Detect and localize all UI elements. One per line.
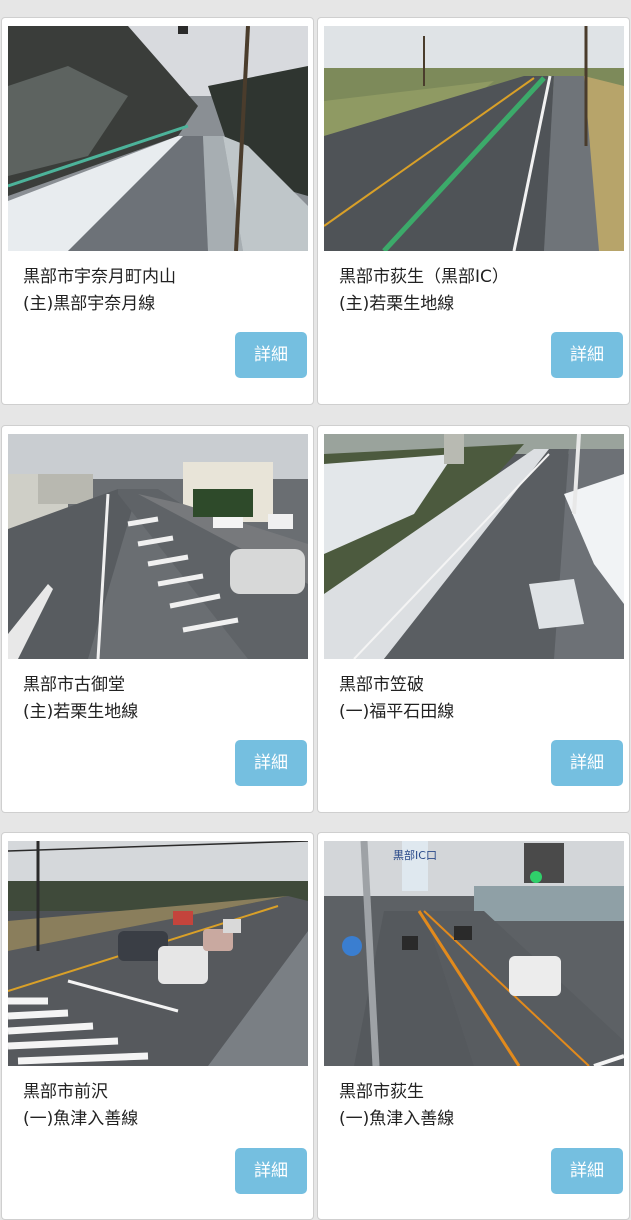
camera-location: 黒部市宇奈月町内山 (主)黒部宇奈月線 <box>23 264 293 318</box>
details-button[interactable]: 詳細 <box>235 332 307 378</box>
camera-image-unazuki[interactable] <box>8 26 308 251</box>
road-name: (一)魚津入善線 <box>339 1109 455 1129</box>
camera-card: 黒部市笠破 (一)福平石田線 詳細 <box>317 425 630 813</box>
place-name: 黒部市荻生 <box>339 1082 424 1102</box>
road-name: (一)魚津入善線 <box>23 1109 139 1129</box>
road-name: (主)若栗生地線 <box>23 702 139 722</box>
camera-image <box>8 434 308 659</box>
place-name: 黒部市宇奈月町内山 <box>23 267 176 287</box>
camera-image <box>324 434 624 659</box>
details-button[interactable]: 詳細 <box>551 1148 623 1194</box>
camera-image-maezawa[interactable] <box>8 841 308 1066</box>
road-name: (主)若栗生地線 <box>339 294 455 314</box>
road-name: (一)福平石田線 <box>339 702 455 722</box>
camera-image-kogodo[interactable] <box>8 434 308 659</box>
camera-location: 黒部市古御堂 (主)若栗生地線 <box>23 672 293 726</box>
camera-image <box>324 26 624 251</box>
details-button[interactable]: 詳細 <box>235 740 307 786</box>
camera-image-kurobe-ic[interactable] <box>324 26 624 251</box>
camera-card: 黒部市古御堂 (主)若栗生地線 詳細 <box>1 425 314 813</box>
camera-image: 黒部IC口 <box>324 841 624 1066</box>
details-button[interactable]: 詳細 <box>235 1148 307 1194</box>
road-name: (主)黒部宇奈月線 <box>23 294 156 314</box>
camera-card: 黒部市宇奈月町内山 (主)黒部宇奈月線 詳細 <box>1 17 314 405</box>
camera-card: 黒部市荻生（黒部IC） (主)若栗生地線 詳細 <box>317 17 630 405</box>
camera-location: 黒部市荻生 (一)魚津入善線 <box>339 1079 609 1133</box>
ic-sign-text: 黒部IC口 <box>393 848 437 862</box>
details-button[interactable]: 詳細 <box>551 740 623 786</box>
place-name: 黒部市荻生（黒部IC） <box>339 267 509 287</box>
place-name: 黒部市古御堂 <box>23 675 125 695</box>
camera-location: 黒部市荻生（黒部IC） (主)若栗生地線 <box>339 264 609 318</box>
camera-image <box>8 841 308 1066</box>
camera-image <box>8 26 308 251</box>
details-button[interactable]: 詳細 <box>551 332 623 378</box>
place-name: 黒部市前沢 <box>23 1082 108 1102</box>
camera-grid: 黒部市宇奈月町内山 (主)黒部宇奈月線 詳細 黒部市荻生（黒部IC） (主)若栗… <box>0 17 631 1220</box>
camera-location: 黒部市笠破 (一)福平石田線 <box>339 672 609 726</box>
camera-image-kuwako[interactable]: 黒部IC口 <box>324 841 624 1066</box>
camera-image-kasawa[interactable] <box>324 434 624 659</box>
camera-card: 黒部IC口 黒部市荻生 (一)魚津入善線 詳細 <box>317 832 630 1220</box>
place-name: 黒部市笠破 <box>339 675 424 695</box>
camera-card: 黒部市前沢 (一)魚津入善線 詳細 <box>1 832 314 1220</box>
camera-location: 黒部市前沢 (一)魚津入善線 <box>23 1079 293 1133</box>
